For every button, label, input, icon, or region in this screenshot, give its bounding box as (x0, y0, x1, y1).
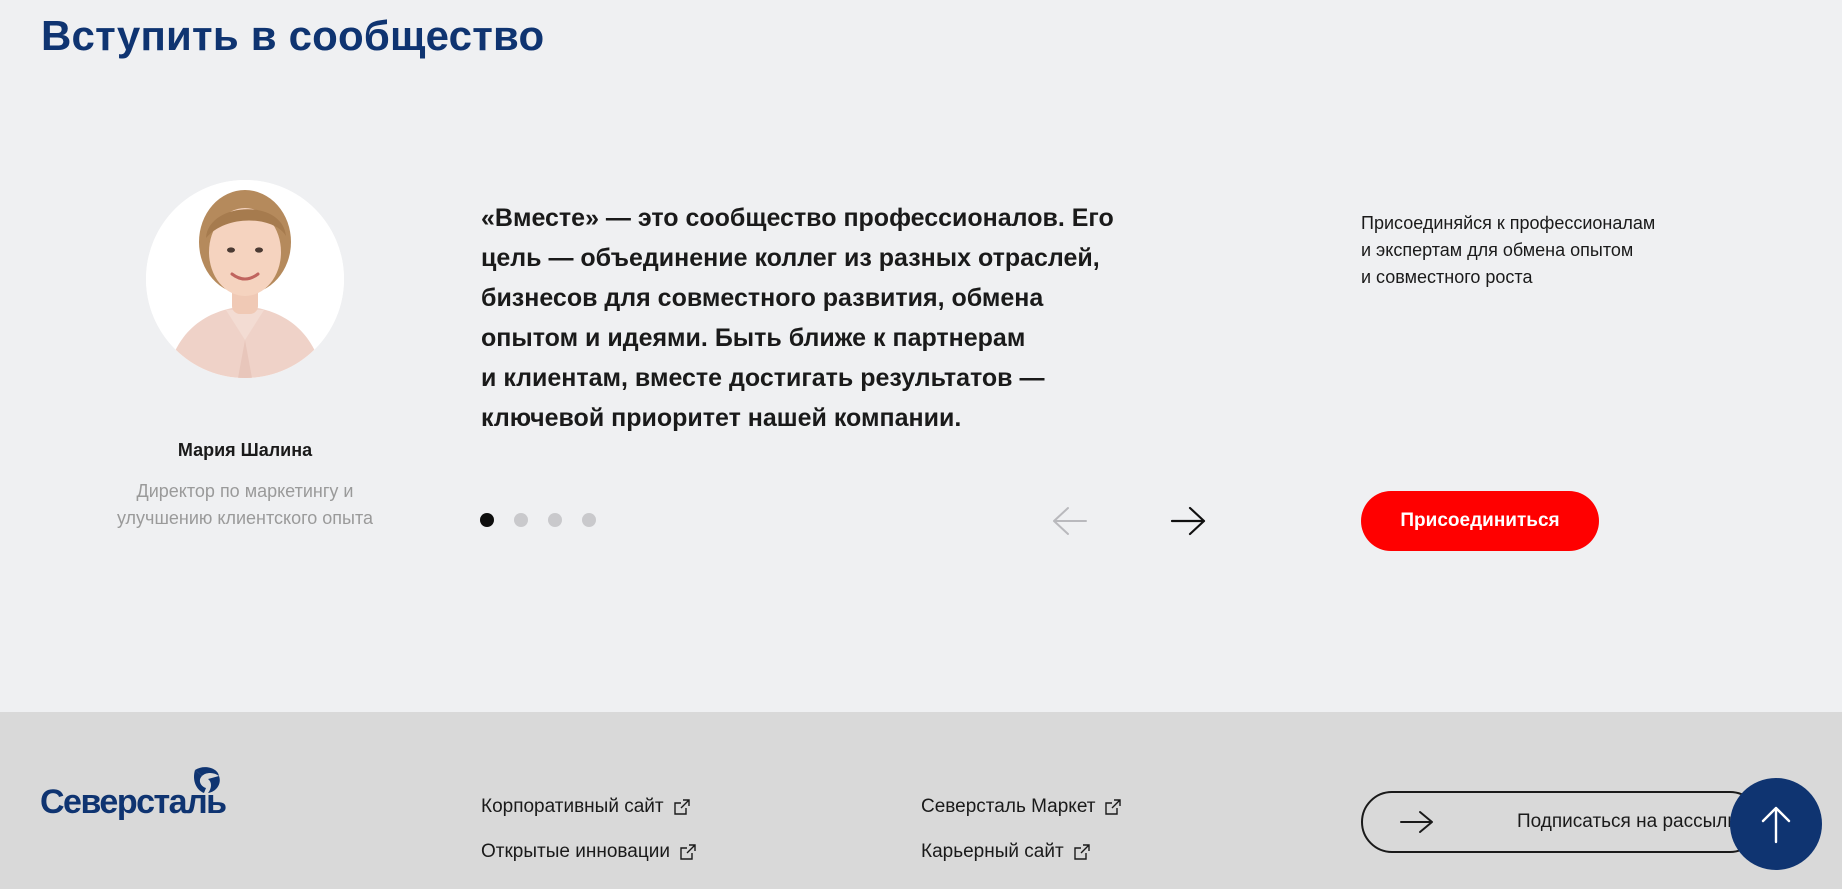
slider-dot-4[interactable] (582, 513, 596, 527)
arrow-up-icon (1761, 806, 1791, 844)
scroll-to-top-button[interactable] (1730, 778, 1822, 870)
slider-next-button[interactable] (1168, 504, 1208, 538)
portrait-illustration (146, 180, 344, 378)
community-section: Вступить в сообщество Мария Шалина Дирек… (0, 0, 1842, 712)
subscribe-button[interactable]: Подписаться на рассылку (1361, 791, 1761, 853)
section-title: Вступить в сообщество (41, 12, 545, 59)
person-name: Мария Шалина (177, 440, 313, 460)
slider-dot-3[interactable] (548, 513, 562, 527)
arrow-right-icon (1400, 811, 1433, 833)
join-button[interactable]: Присоединиться (1361, 491, 1599, 551)
footer-link-corporate-site[interactable]: Корпоративный сайт (481, 796, 690, 818)
logo-mark-icon (194, 767, 220, 793)
footer-link-label: Корпоративный сайт (481, 796, 664, 817)
testimonial-quote: «Вместе» — это сообщество профессионалов… (481, 204, 1114, 432)
severstal-logo[interactable]: Северсталь (40, 766, 230, 826)
footer-link-severstal-market[interactable]: Северсталь Маркет (921, 796, 1122, 818)
join-description: Присоединяйся к профессионалам и эксперт… (1361, 213, 1656, 287)
subscribe-label: Подписаться на рассылку (1517, 811, 1746, 832)
external-link-icon (1105, 799, 1122, 815)
slider-dot-2[interactable] (514, 513, 528, 527)
footer-link-open-innovations[interactable]: Открытые инновации (481, 841, 696, 863)
person-role: Директор по маркетингу и улучшению клиен… (116, 481, 374, 528)
arrow-right-icon (1170, 506, 1206, 536)
arrow-left-icon (1053, 507, 1087, 535)
avatar (146, 180, 344, 378)
footer-link-label: Открытые инновации (481, 841, 670, 862)
footer-link-career-site[interactable]: Карьерный сайт (921, 841, 1090, 863)
external-link-icon (1073, 844, 1090, 860)
slider-dot-1[interactable] (480, 513, 494, 527)
external-link-icon (673, 799, 690, 815)
slider-prev-button[interactable] (1050, 504, 1090, 538)
footer: Северсталь Корпоративный сайт Открытые и… (0, 712, 1842, 889)
footer-link-label: Карьерный сайт (921, 841, 1064, 862)
footer-link-label: Северсталь Маркет (921, 796, 1096, 817)
slider-pagination (480, 513, 596, 527)
external-link-icon (680, 844, 696, 860)
